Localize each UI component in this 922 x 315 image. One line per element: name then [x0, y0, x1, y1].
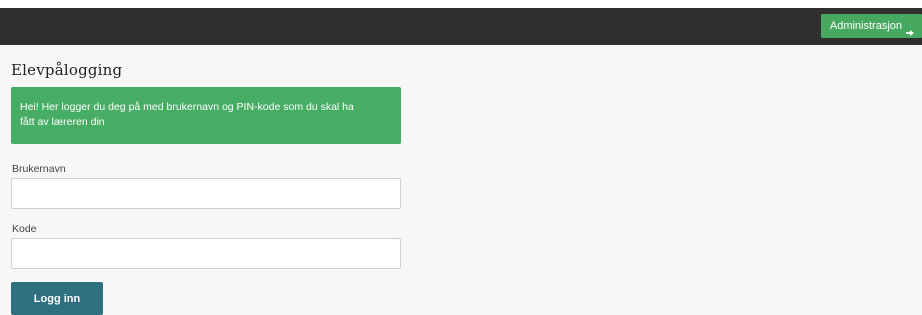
- page-title: Elevpålogging: [11, 61, 123, 79]
- code-input[interactable]: [11, 238, 401, 269]
- code-label: Kode: [12, 223, 37, 235]
- info-alert: Hei! Her logger du deg på med brukernavn…: [11, 87, 401, 144]
- page: Administrasjon Elevpålogging Hei! Her lo…: [0, 0, 922, 315]
- arrow-right-icon: [906, 22, 914, 36]
- username-input[interactable]: [11, 178, 401, 209]
- top-navbar: Administrasjon: [0, 8, 922, 45]
- top-strip: [0, 0, 922, 8]
- administrasjon-button[interactable]: Administrasjon: [820, 14, 922, 38]
- administrasjon-label: Administrasjon: [829, 20, 902, 32]
- login-button[interactable]: Logg inn: [11, 282, 103, 315]
- username-label: Brukernavn: [12, 163, 66, 175]
